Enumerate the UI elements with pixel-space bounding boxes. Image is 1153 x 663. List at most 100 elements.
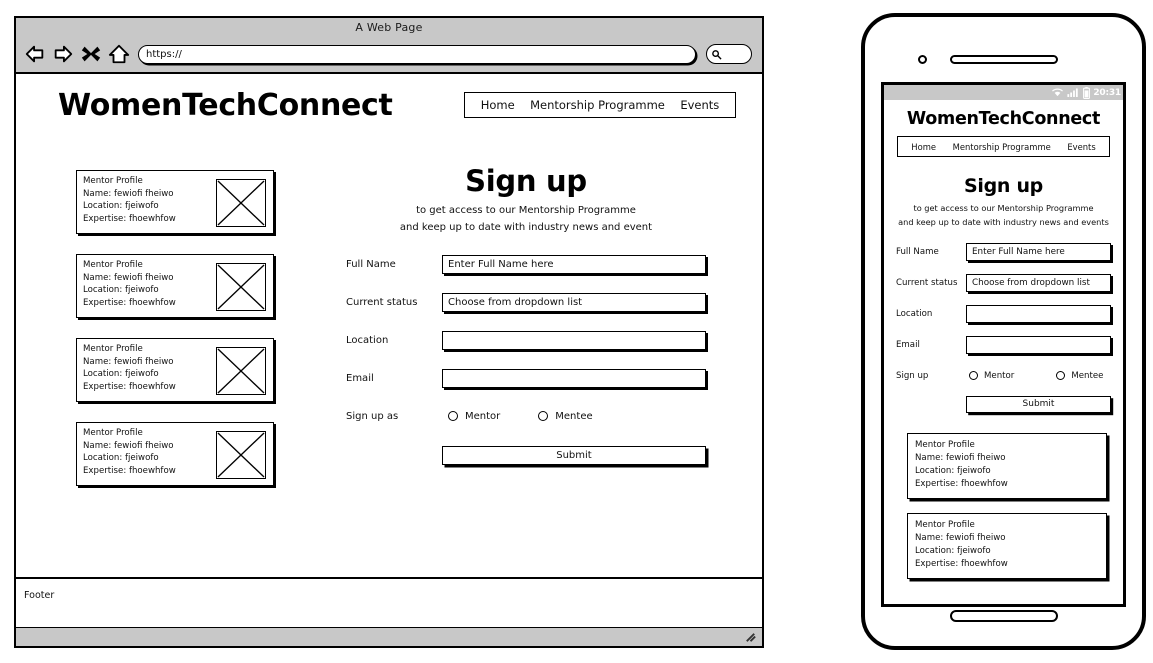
mobile-signup-subtitle: to get access to our Mentorship Programm… <box>884 201 1123 230</box>
mobile-full-name-label: Full Name <box>896 246 939 257</box>
forward-arrow-icon[interactable] <box>52 43 74 65</box>
mentor-card-location: Location: fjeiwofo <box>915 465 991 476</box>
mentor-card-heading: Mentor Profile <box>915 439 975 450</box>
front-camera-icon <box>918 55 927 64</box>
image-placeholder-icon <box>216 179 266 227</box>
mobile-full-name-input[interactable]: Enter Full Name here <box>966 242 1111 261</box>
mentor-profile-list: Mentor Profile Name: fewiofi fheiwo Loca… <box>76 170 276 506</box>
url-text: https:// <box>146 48 182 60</box>
mobile-current-status-label: Current status <box>896 277 958 288</box>
nav-link-mentorship-programme[interactable]: Mentorship Programme <box>530 98 665 112</box>
mobile-radio-label-mentor: Mentor <box>984 370 1015 381</box>
current-status-placeholder-text: Choose from dropdown list <box>448 296 583 308</box>
browser-nav-icons <box>24 43 130 65</box>
close-x-icon[interactable] <box>80 43 102 65</box>
mobile-page-content: WomenTechConnect Home Mentorship Program… <box>884 109 1123 579</box>
full-name-input[interactable]: Enter Full Name here <box>442 254 706 274</box>
mobile-field-row-location: Location <box>884 304 1123 323</box>
phone-screen: 20:31 WomenTechConnect Home Mentorship P… <box>881 82 1126 607</box>
mobile-current-status-placeholder-text: Choose from dropdown list <box>972 277 1090 288</box>
submit-row: Submit <box>346 446 706 465</box>
mobile-submit-row: Submit <box>884 395 1123 413</box>
mobile-radio-option-mentee[interactable]: Mentee <box>1056 371 1103 381</box>
signup-subtitle-line-1: to get access to our Mentorship Programm… <box>416 205 636 216</box>
mobile-nav-link-events[interactable]: Events <box>1067 142 1095 152</box>
mobile-current-status-dropdown[interactable]: Choose from dropdown list <box>966 273 1111 292</box>
radio-circle-icon <box>1056 371 1066 381</box>
field-row-location: Location <box>346 330 706 350</box>
signup-subtitle-line-2: and keep up to date with industry news a… <box>399 221 653 233</box>
field-row-current-status: Current status Choose from dropdown list <box>346 292 706 312</box>
current-status-dropdown[interactable]: Choose from dropdown list <box>442 292 706 312</box>
mentor-profile-card[interactable]: Mentor Profile Name: fewiofi fheiwo Loca… <box>76 422 274 486</box>
search-icon <box>712 49 722 60</box>
nav-link-events[interactable]: Events <box>680 98 719 112</box>
mobile-role-radio-group: Mentor Mentee <box>966 371 1103 381</box>
image-placeholder-icon <box>216 263 266 311</box>
battery-icon <box>1083 86 1091 99</box>
browser-search-box[interactable] <box>706 44 752 64</box>
browser-window-mockup: A Web Page https:// WomenTechConnect Hom… <box>14 16 764 648</box>
mobile-mentor-profile-card[interactable]: Mentor Profile Name: fewiofi fheiwo Loca… <box>907 432 1107 499</box>
mobile-mentor-profile-card[interactable]: Mentor Profile Name: fewiofi fheiwo Loca… <box>907 512 1107 579</box>
location-label: Location <box>346 334 389 346</box>
signup-heading: Sign up <box>465 164 587 198</box>
field-row-signup-as: Sign up as Mentor Mentee <box>346 406 706 426</box>
main-navigation: Home Mentorship Programme Events <box>464 92 736 118</box>
radio-option-mentee[interactable]: Mentee <box>538 410 593 422</box>
mobile-radio-option-mentor[interactable]: Mentor <box>969 371 1014 381</box>
radio-circle-icon <box>969 371 978 381</box>
location-input[interactable] <box>442 330 706 350</box>
mobile-submit-button[interactable]: Submit <box>966 395 1111 413</box>
email-input[interactable] <box>442 368 706 388</box>
email-label: Email <box>346 372 374 384</box>
mobile-nav-link-home[interactable]: Home <box>911 142 936 152</box>
mobile-location-input[interactable] <box>966 304 1111 323</box>
mentor-card-name: Name: fewiofi fheiwo <box>915 532 1006 543</box>
mentor-profile-card[interactable]: Mentor Profile Name: fewiofi fheiwo Loca… <box>76 170 274 234</box>
mobile-signup-subtitle-line-2: and keep up to date with industry news a… <box>898 217 1109 228</box>
radio-label-mentee: Mentee <box>555 410 593 422</box>
mentor-card-expertise: Expertise: fhoewhfow <box>915 558 1008 569</box>
resize-grip-icon[interactable] <box>744 631 757 644</box>
mobile-email-label: Email <box>896 339 920 350</box>
mobile-page-title: WomenTechConnect <box>906 109 1101 129</box>
mobile-field-row-full-name: Full Name Enter Full Name here <box>884 242 1123 261</box>
back-arrow-icon[interactable] <box>24 43 46 65</box>
page-title: WomenTechConnect <box>58 88 393 123</box>
nav-link-home[interactable]: Home <box>481 98 515 112</box>
image-placeholder-icon <box>216 347 266 395</box>
earpiece-speaker-icon <box>950 55 1058 64</box>
submit-button[interactable]: Submit <box>442 446 706 465</box>
web-page-content: WomenTechConnect Home Mentorship Program… <box>16 74 762 579</box>
page-footer: Footer <box>16 579 762 629</box>
full-name-placeholder-text: Enter Full Name here <box>448 258 554 270</box>
radio-circle-icon <box>538 411 549 421</box>
mobile-radio-label-mentee: Mentee <box>1071 370 1104 381</box>
role-radio-group: Mentor Mentee <box>442 411 593 422</box>
wireframe-canvas: A Web Page https:// WomenTechConnect Hom… <box>0 0 1153 663</box>
window-title: A Web Page <box>355 21 423 34</box>
mobile-navigation: Home Mentorship Programme Events <box>897 136 1110 157</box>
mentor-profile-card[interactable]: Mentor Profile Name: fewiofi fheiwo Loca… <box>76 338 274 402</box>
radio-option-mentor[interactable]: Mentor <box>448 411 500 422</box>
home-icon[interactable] <box>108 43 130 65</box>
mentor-card-expertise: Expertise: fhoewhfow <box>915 478 1008 489</box>
mobile-status-bar: 20:31 <box>884 85 1123 100</box>
field-row-full-name: Full Name Enter Full Name here <box>346 254 706 274</box>
url-input[interactable]: https:// <box>138 44 696 64</box>
signup-as-label: Sign up as <box>346 410 399 422</box>
wifi-icon <box>1052 88 1064 97</box>
home-button[interactable] <box>950 610 1058 622</box>
signal-bars-icon <box>1067 88 1079 97</box>
signup-form: Sign up to get access to our Mentorship … <box>346 164 706 465</box>
radio-circle-icon <box>448 411 458 421</box>
mobile-nav-link-mentorship-programme[interactable]: Mentorship Programme <box>953 142 1051 152</box>
mentor-profile-card[interactable]: Mentor Profile Name: fewiofi fheiwo Loca… <box>76 254 274 318</box>
browser-chrome: A Web Page https:// <box>16 18 762 74</box>
mobile-location-label: Location <box>896 308 933 319</box>
phone-device-mockup: 20:31 WomenTechConnect Home Mentorship P… <box>861 13 1146 650</box>
mobile-email-input[interactable] <box>966 335 1111 354</box>
mentor-card-name: Name: fewiofi fheiwo <box>915 452 1006 463</box>
mobile-signup-as-label: Sign up <box>896 370 929 381</box>
